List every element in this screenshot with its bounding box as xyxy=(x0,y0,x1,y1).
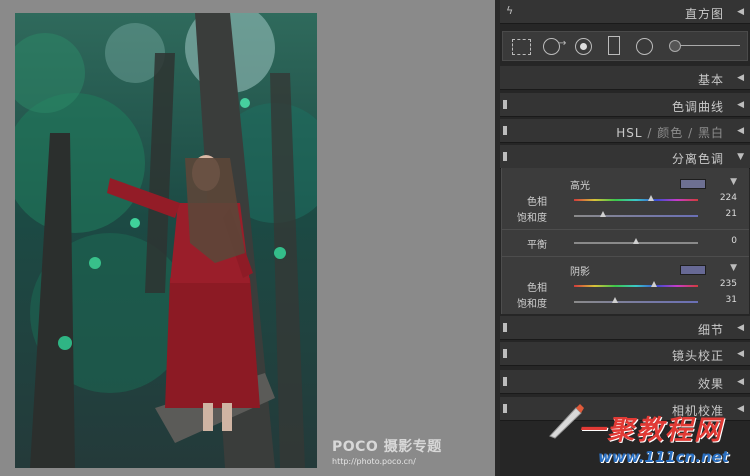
expand-triangle-icon[interactable]: ▼ xyxy=(737,152,744,162)
highlights-hue-thumb[interactable] xyxy=(648,195,654,201)
panel-switch-icon[interactable] xyxy=(503,404,507,413)
brush-slider-line[interactable] xyxy=(680,45,740,46)
shadows-hue-slider[interactable] xyxy=(574,285,698,287)
balance-value[interactable]: 0 xyxy=(731,236,737,246)
split-toning-body: 高光 ▼ 色相 224 饱和度 21 平衡 0 阴影 ▼ 色相 235 饱和度 … xyxy=(501,168,749,314)
photo-canvas: POCO 摄影专题 http://photo.poco.cn/ xyxy=(0,0,495,476)
panel-switch-icon[interactable] xyxy=(503,100,507,109)
shadows-hue-thumb[interactable] xyxy=(651,281,657,287)
crop-overlay-icon[interactable] xyxy=(512,39,531,55)
collapse-triangle-icon[interactable]: ◀ xyxy=(737,126,744,136)
watermark: POCO 摄影专题 http://photo.poco.cn/ xyxy=(332,436,442,466)
photo-preview[interactable] xyxy=(15,13,317,468)
radial-filter-icon[interactable] xyxy=(636,38,653,55)
effects-label: 效果 xyxy=(697,377,724,391)
highlights-sat-value[interactable]: 21 xyxy=(726,209,737,219)
detail-header[interactable]: 细节 ◀ xyxy=(500,316,750,340)
shadows-hue-value[interactable]: 235 xyxy=(720,279,737,289)
collapse-triangle-icon[interactable]: ◀ xyxy=(737,349,744,359)
tab-separator: / xyxy=(688,126,694,140)
hsl-tabs: HSL / 颜色 / 黑白 xyxy=(616,124,724,141)
panel-switch-icon[interactable] xyxy=(503,377,507,386)
panel-switch-icon[interactable] xyxy=(503,126,507,135)
saturation-label: 饱和度 xyxy=(517,299,547,310)
tab-bw[interactable]: 黑白 xyxy=(698,126,724,140)
highlights-title: 高光 xyxy=(570,181,590,192)
shadows-hue-row: 色相 235 xyxy=(502,278,749,294)
spot-removal-arrow-icon: → xyxy=(558,38,567,49)
highlights-hue-slider[interactable] xyxy=(574,199,698,201)
site-badge-url: www.111cn.net xyxy=(598,448,729,466)
tab-color[interactable]: 颜色 xyxy=(657,126,683,140)
divider xyxy=(502,229,749,230)
red-eye-icon[interactable] xyxy=(575,38,592,55)
watermark-brand: POCO 摄影专题 xyxy=(332,439,442,455)
hue-label: 色相 xyxy=(527,197,547,208)
basic-label: 基本 xyxy=(697,73,724,87)
shadows-sat-slider[interactable] xyxy=(574,301,698,303)
balance-thumb[interactable] xyxy=(633,238,639,244)
lens-label: 镜头校正 xyxy=(671,349,724,363)
panel-switch-icon[interactable] xyxy=(503,152,507,161)
hue-label: 色相 xyxy=(527,283,547,294)
collapse-triangle-icon[interactable]: ◀ xyxy=(737,73,744,83)
shadows-picker-triangle-icon[interactable]: ▼ xyxy=(730,263,737,273)
highlights-hue-value[interactable]: 224 xyxy=(720,193,737,203)
shadows-sat-thumb[interactable] xyxy=(612,297,618,303)
basic-header[interactable]: 基本 ◀ xyxy=(500,66,750,90)
collapse-triangle-icon[interactable]: ◀ xyxy=(737,100,744,110)
shadows-sat-row: 饱和度 31 xyxy=(502,294,749,310)
site-badge: 一聚教程网 xyxy=(578,415,723,446)
highlights-sat-thumb[interactable] xyxy=(600,211,606,217)
collapse-triangle-icon[interactable]: ◀ xyxy=(737,404,744,414)
adjustment-brush-icon[interactable] xyxy=(669,40,681,52)
lightning-icon[interactable]: ϟ xyxy=(506,4,513,17)
saturation-label: 饱和度 xyxy=(517,213,547,224)
lens-header[interactable]: 镜头校正 ◀ xyxy=(500,342,750,366)
split-toning-header[interactable]: 分离色调 ▼ xyxy=(500,145,750,169)
watermark-url: http://photo.poco.cn/ xyxy=(332,457,416,466)
highlights-picker-triangle-icon[interactable]: ▼ xyxy=(730,177,737,187)
tab-hsl[interactable]: HSL xyxy=(616,126,642,140)
shadows-title: 阴影 xyxy=(570,267,590,278)
balance-label: 平衡 xyxy=(527,240,547,251)
detail-label: 细节 xyxy=(697,323,724,337)
divider xyxy=(502,256,749,257)
histogram-label: 直方图 xyxy=(684,7,724,21)
hsl-header[interactable]: HSL / 颜色 / 黑白 ◀ xyxy=(500,119,750,143)
highlights-sat-row: 饱和度 21 xyxy=(502,208,749,224)
balance-row: 平衡 0 xyxy=(502,235,749,251)
shadows-sat-value[interactable]: 31 xyxy=(726,295,737,305)
panel-switch-icon[interactable] xyxy=(503,323,507,332)
histogram-header[interactable]: ϟ 直方图 ◀ xyxy=(500,0,750,24)
graduated-filter-icon[interactable] xyxy=(608,36,620,55)
tab-separator: / xyxy=(647,126,653,140)
tool-strip: → xyxy=(502,31,748,61)
shadows-swatch[interactable] xyxy=(680,265,706,275)
highlights-sat-slider[interactable] xyxy=(574,215,698,217)
panel-switch-icon[interactable] xyxy=(503,349,507,358)
collapse-triangle-icon[interactable]: ◀ xyxy=(737,7,744,17)
effects-header[interactable]: 效果 ◀ xyxy=(500,370,750,394)
tone-curve-label: 色调曲线 xyxy=(671,100,724,114)
collapse-triangle-icon[interactable]: ◀ xyxy=(737,377,744,387)
tone-curve-header[interactable]: 色调曲线 ◀ xyxy=(500,93,750,117)
collapse-triangle-icon[interactable]: ◀ xyxy=(737,323,744,333)
highlights-hue-row: 色相 224 xyxy=(502,192,749,208)
develop-panel: ϟ 直方图 ◀ → 基本 ◀ 色调曲线 ◀ HSL / 颜色 / 黑白 ◀ 分离… xyxy=(500,0,750,476)
split-toning-label: 分离色调 xyxy=(671,152,724,166)
highlights-swatch[interactable] xyxy=(680,179,706,189)
